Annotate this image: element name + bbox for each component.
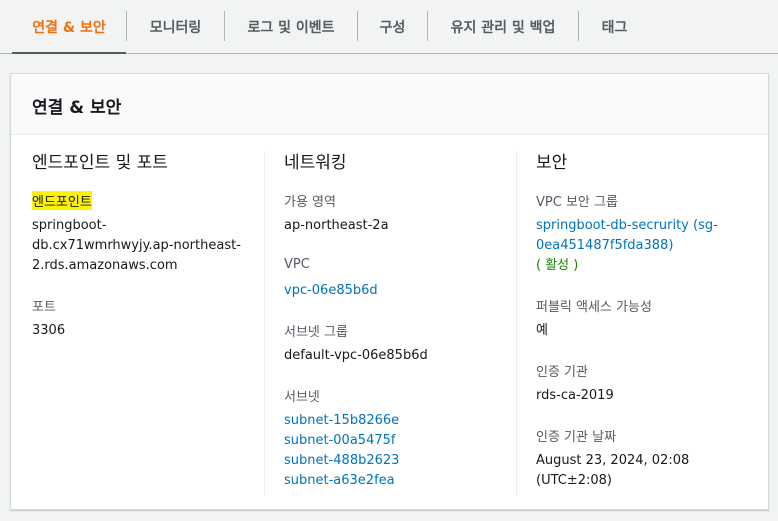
security-heading: 보안: [536, 153, 568, 173]
column-divider: [264, 151, 265, 496]
availability-zone-label: 가용 영역: [284, 195, 336, 210]
endpoint-value: springboot- db.cx71wmrhwyjy.ap-northeast…: [32, 216, 241, 276]
availability-zone-value: ap-northeast-2a: [284, 218, 389, 233]
networking-column: 네트워킹 가용 영역 ap-northeast-2a VPC vpc-06e85…: [284, 135, 514, 511]
port-value: 3306: [32, 323, 66, 338]
subnet-link[interactable]: subnet-00a5475f: [284, 431, 399, 451]
tab-maintenance-backup[interactable]: 유지 관리 및 백업: [428, 0, 578, 53]
certificate-authority-date-label: 인증 기관 날짜: [536, 430, 617, 445]
vpc-security-group-label: VPC 보안 그룹: [536, 195, 618, 210]
subnet-link[interactable]: subnet-a63e2fea: [284, 471, 399, 491]
panel-title: 연결 & 보안: [32, 98, 122, 118]
subnet-link[interactable]: subnet-488b2623: [284, 451, 399, 471]
certificate-authority-date-value: August 23, 2024, 02:08 (UTC±2:08): [536, 451, 689, 491]
panel-header: 연결 & 보안: [11, 74, 768, 135]
endpoint-line: 2.rds.amazonaws.com: [32, 258, 178, 273]
tab-monitoring[interactable]: 모니터링: [127, 0, 224, 53]
subnet-link[interactable]: subnet-15b8266e: [284, 411, 399, 431]
certificate-authority-value: rds-ca-2019: [536, 388, 614, 403]
tab-tags[interactable]: 태그: [579, 0, 650, 53]
ca-date-line: August 23, 2024, 02:08: [536, 453, 690, 468]
endpoint-port-heading: 엔드포인트 및 포트: [32, 153, 168, 173]
vpc-link[interactable]: vpc-06e85b6d: [284, 281, 378, 301]
vpc-security-group-value: springboot-db-secrurity (sg- 0ea451487f5…: [536, 216, 718, 276]
security-group-link[interactable]: springboot-db-secrurity (sg-: [536, 216, 718, 236]
endpoint-port-column: 엔드포인트 및 포트 엔드포인트 springboot- db.cx71wmrh…: [32, 135, 262, 511]
subnet-group-value: default-vpc-06e85b6d: [284, 348, 428, 363]
public-access-label: 퍼블릭 액세스 가능성: [536, 300, 652, 315]
ca-date-line: (UTC±2:08): [536, 473, 613, 488]
security-group-link[interactable]: 0ea451487f5fda388): [536, 236, 718, 256]
endpoint-line: springboot-: [32, 218, 107, 233]
endpoint-line: db.cx71wmrhwyjy.ap-northeast-: [32, 238, 241, 253]
endpoint-label: 엔드포인트: [32, 191, 92, 210]
tab-bar: 연결 & 보안 모니터링 로그 및 이벤트 구성 유지 관리 및 백업 태그: [0, 0, 778, 54]
tab-logs-events[interactable]: 로그 및 이벤트: [225, 0, 357, 53]
subnets-list: subnet-15b8266e subnet-00a5475f subnet-4…: [284, 411, 399, 491]
vpc-label: VPC: [284, 257, 310, 272]
subnets-label: 서브넷: [284, 390, 320, 405]
security-column: 보안 VPC 보안 그룹 springboot-db-secrurity (sg…: [536, 135, 761, 511]
networking-heading: 네트워킹: [284, 153, 347, 173]
certificate-authority-label: 인증 기관: [536, 365, 588, 380]
subnet-group-label: 서브넷 그룹: [284, 325, 348, 340]
column-divider: [516, 151, 517, 496]
tab-configuration[interactable]: 구성: [358, 0, 427, 53]
public-access-value: 예: [536, 323, 548, 338]
tab-connectivity-security[interactable]: 연결 & 보안: [12, 0, 126, 54]
vpc-value: vpc-06e85b6d: [284, 281, 378, 301]
port-label: 포트: [32, 300, 56, 315]
connectivity-security-panel: 연결 & 보안 엔드포인트 및 포트 엔드포인트 springboot- db.…: [10, 73, 769, 510]
security-group-status: ( 활성 ): [536, 258, 579, 273]
